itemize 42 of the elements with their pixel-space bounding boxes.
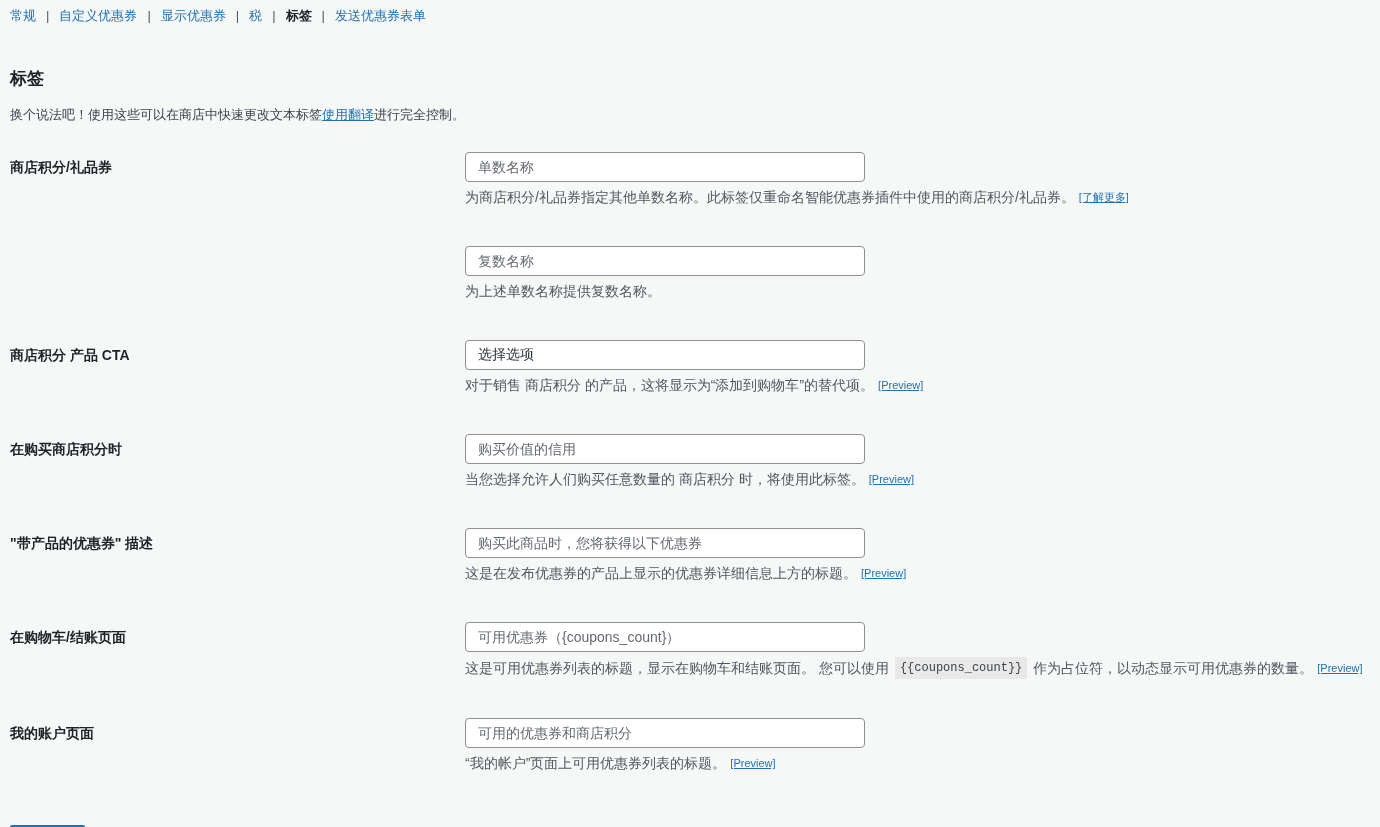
help-text: “我的帐户”页面上可用优惠券列表的标题。 bbox=[465, 754, 727, 773]
help-text: 这是可用优惠券列表的标题，显示在购物车和结账页面。 您可以使用 bbox=[465, 659, 889, 678]
section-heading: 标签 bbox=[10, 68, 44, 90]
text-input[interactable]: 购买价值的信用 bbox=[465, 434, 865, 464]
nav-tab[interactable]: 常规 bbox=[10, 6, 36, 26]
setting-label: "带产品的优惠券" 描述 bbox=[10, 534, 154, 553]
separator: | bbox=[235, 7, 240, 25]
help-text: 为商店积分/礼品券指定其他单数名称。此标签仅重命名智能优惠券插件中使用的商店积分/礼品券。 bbox=[465, 188, 1075, 207]
setting-label: 在购买商店积分时 bbox=[10, 440, 122, 459]
separator: | bbox=[147, 7, 151, 25]
text-input[interactable]: 可用的优惠券和商店积分 bbox=[465, 718, 865, 748]
help-link[interactable]: [Preview] bbox=[878, 375, 924, 395]
help-text: 对于销售 商店积分 的产品，这将显示为“添加到购物车”的替代项。 bbox=[465, 376, 875, 395]
text-input[interactable]: 可用优惠券（{coupons_count}） bbox=[465, 622, 865, 652]
intro-text: 换个说法吧！使用这些可以在商店中快速更改文本标签使用翻译进行完全控制。 bbox=[10, 106, 465, 124]
separator: | bbox=[46, 7, 50, 25]
setting-label: 商店积分 产品 CTA bbox=[10, 346, 130, 365]
text-input[interactable]: 选择选项 bbox=[465, 340, 865, 370]
text-input[interactable]: 购买此商品时，您将获得以下优惠券 bbox=[465, 528, 865, 558]
text-input[interactable]: 复数名称 bbox=[465, 246, 865, 276]
help-text: 这是在发布优惠券的产品上显示的优惠券详细信息上方的标题。 bbox=[465, 564, 857, 583]
nav-tab[interactable]: 显示优惠券 bbox=[160, 6, 226, 26]
setting-label: 在购物车/结账页面 bbox=[10, 628, 126, 647]
help-link[interactable]: [Preview] bbox=[861, 563, 907, 583]
help-link[interactable]: [Preview] bbox=[730, 753, 776, 773]
help-link[interactable]: [Preview] bbox=[868, 469, 915, 489]
nav-tab[interactable]: 标签 bbox=[285, 6, 312, 26]
code-snippet: {{coupons_count}} bbox=[894, 657, 1028, 679]
help-text: 作为占位符，以动态显示可用优惠券的数量。 bbox=[1033, 659, 1314, 678]
help-text: 为上述单数名称提供复数名称。 bbox=[465, 282, 661, 301]
translation-link[interactable]: 使用翻译 bbox=[322, 107, 374, 122]
setting-label: 我的账户页面 bbox=[10, 724, 94, 743]
separator: | bbox=[321, 7, 325, 25]
help-link[interactable]: [Preview] bbox=[1317, 658, 1363, 678]
setting-label: 商店积分/礼品券 bbox=[10, 158, 112, 177]
text-input[interactable]: 单数名称 bbox=[465, 152, 865, 182]
nav-tab[interactable]: 自定义优惠券 bbox=[59, 6, 138, 26]
separator: | bbox=[272, 7, 276, 25]
help-link[interactable]: [了解更多] bbox=[1078, 187, 1129, 207]
nav-tab[interactable]: 发送优惠券表单 bbox=[334, 6, 426, 26]
nav-tab[interactable]: 税 bbox=[249, 6, 263, 26]
help-text: 当您选择允许人们购买任意数量的 商店积分 时，将使用此标签。 bbox=[465, 470, 865, 489]
